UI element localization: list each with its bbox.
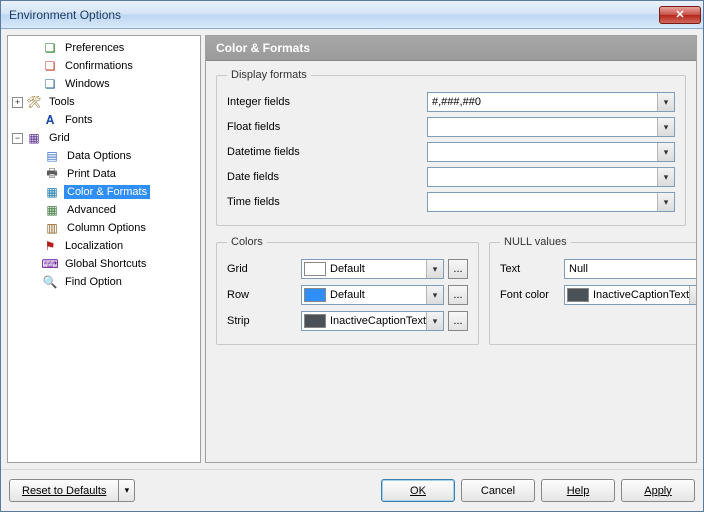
data-options-icon: ▤ (44, 148, 60, 164)
grid-color-more-button[interactable]: ... (448, 259, 468, 279)
fonts-icon: 𝐀 (42, 112, 58, 128)
colors-legend: Colors (227, 236, 267, 248)
null-fontcolor-value: InactiveCaptionText (593, 289, 689, 301)
float-fields-label: Float fields (227, 121, 427, 133)
shortcuts-icon: ⌨ (42, 256, 58, 272)
chevron-down-icon[interactable]: ▾ (657, 193, 674, 211)
date-fields-combo[interactable]: ▾ (427, 167, 675, 187)
windows-icon: ❏ (42, 76, 58, 92)
color-swatch-icon (304, 262, 326, 276)
row-color-label: Row (227, 289, 297, 301)
tree-item-advanced[interactable]: ▦Advanced (8, 201, 200, 219)
find-icon: 🔍 (42, 274, 58, 290)
settings-pane: Color & Formats Display formats Integer … (205, 35, 697, 463)
row-color-more-button[interactable]: ... (448, 285, 468, 305)
tree-item-column-options[interactable]: ▥Column Options (8, 219, 200, 237)
float-fields-combo[interactable]: ▾ (427, 117, 675, 137)
confirmations-icon: ❏ (42, 58, 58, 74)
display-formats-legend: Display formats (227, 69, 311, 81)
datetime-fields-combo[interactable]: ▾ (427, 142, 675, 162)
chevron-down-icon[interactable]: ▾ (426, 286, 443, 304)
chevron-down-icon[interactable]: ▾ (426, 260, 443, 278)
dialog-body: ❏Preferences ❏Confirmations ❏Windows +🛠T… (1, 29, 703, 469)
column-options-icon: ▥ (44, 220, 60, 236)
colors-group: Colors Grid Default ▾ ... Row (216, 236, 479, 345)
row-color-combo[interactable]: Default ▾ (301, 285, 444, 305)
null-text-input[interactable] (564, 259, 697, 279)
date-fields-label: Date fields (227, 171, 427, 183)
dialog-footer: Reset to Defaults ▾ OK Cancel Help Apply (1, 469, 703, 511)
localization-icon: ⚑ (42, 238, 58, 254)
tree-item-confirmations[interactable]: ❏Confirmations (8, 57, 200, 75)
chevron-down-icon[interactable]: ▾ (657, 168, 674, 186)
null-text-label: Text (500, 263, 560, 275)
grid-color-combo[interactable]: Default ▾ (301, 259, 444, 279)
strip-color-more-button[interactable]: ... (448, 311, 468, 331)
strip-color-combo[interactable]: InactiveCaptionText ▾ (301, 311, 444, 331)
pane-header: Color & Formats (206, 36, 696, 61)
tree-item-color-formats[interactable]: ▦Color & Formats (8, 183, 200, 201)
time-fields-input[interactable] (427, 192, 675, 212)
tree-item-windows[interactable]: ❏Windows (8, 75, 200, 93)
color-swatch-icon (567, 288, 589, 302)
tree-item-localization[interactable]: ⚑Localization (8, 237, 200, 255)
environment-options-dialog: Environment Options ✕ ❏Preferences ❏Conf… (0, 0, 704, 512)
time-fields-combo[interactable]: ▾ (427, 192, 675, 212)
tools-icon: 🛠 (26, 94, 42, 110)
date-fields-input[interactable] (427, 167, 675, 187)
tree-item-preferences[interactable]: ❏Preferences (8, 39, 200, 57)
tree-item-tools[interactable]: +🛠Tools (8, 93, 200, 111)
float-fields-input[interactable] (427, 117, 675, 137)
collapse-icon[interactable]: − (12, 133, 23, 144)
null-fontcolor-combo[interactable]: InactiveCaptionText ▾ (564, 285, 697, 305)
null-fontcolor-label: Font color (500, 289, 560, 301)
tree-item-find-option[interactable]: 🔍Find Option (8, 273, 200, 291)
tree-item-print-data[interactable]: 🖶Print Data (8, 165, 200, 183)
preferences-icon: ❏ (42, 40, 58, 56)
strip-color-label: Strip (227, 315, 297, 327)
chevron-down-icon[interactable]: ▾ (657, 93, 674, 111)
expand-icon[interactable]: + (12, 97, 23, 108)
datetime-fields-input[interactable] (427, 142, 675, 162)
close-button[interactable]: ✕ (659, 6, 701, 24)
tree-item-data-options[interactable]: ▤Data Options (8, 147, 200, 165)
chevron-down-icon[interactable]: ▾ (426, 312, 443, 330)
reset-defaults-arrow[interactable]: ▾ (119, 479, 135, 502)
strip-color-value: InactiveCaptionText (330, 315, 426, 327)
display-formats-group: Display formats Integer fields ▾ Float f… (216, 69, 686, 226)
grid-icon: ▦ (26, 130, 42, 146)
integer-fields-input[interactable] (427, 92, 675, 112)
ok-button[interactable]: OK (381, 479, 455, 502)
chevron-down-icon[interactable]: ▾ (689, 286, 697, 304)
pane-body: Display formats Integer fields ▾ Float f… (206, 61, 696, 462)
chevron-down-icon[interactable]: ▾ (657, 118, 674, 136)
apply-button[interactable]: Apply (621, 479, 695, 502)
window-title: Environment Options (9, 8, 659, 22)
advanced-icon: ▦ (44, 202, 60, 218)
null-values-group: NULL values Text Font color InactiveCapt… (489, 236, 697, 345)
color-formats-icon: ▦ (44, 184, 60, 200)
cancel-button[interactable]: Cancel (461, 479, 535, 502)
time-fields-label: Time fields (227, 196, 427, 208)
tree-item-global-shortcuts[interactable]: ⌨Global Shortcuts (8, 255, 200, 273)
datetime-fields-label: Datetime fields (227, 146, 427, 158)
integer-fields-label: Integer fields (227, 96, 427, 108)
null-values-legend: NULL values (500, 236, 571, 248)
titlebar: Environment Options ✕ (1, 1, 703, 29)
row-color-value: Default (330, 289, 426, 301)
grid-color-label: Grid (227, 263, 297, 275)
chevron-down-icon[interactable]: ▾ (657, 143, 674, 161)
grid-color-value: Default (330, 263, 426, 275)
help-button[interactable]: Help (541, 479, 615, 502)
print-icon: 🖶 (44, 166, 60, 182)
tree-item-fonts[interactable]: 𝐀Fonts (8, 111, 200, 129)
color-swatch-icon (304, 288, 326, 302)
tree-item-grid[interactable]: −▦Grid (8, 129, 200, 147)
nav-tree[interactable]: ❏Preferences ❏Confirmations ❏Windows +🛠T… (7, 35, 201, 463)
color-swatch-icon (304, 314, 326, 328)
integer-fields-combo[interactable]: ▾ (427, 92, 675, 112)
reset-defaults-split-button[interactable]: Reset to Defaults ▾ (9, 479, 135, 502)
reset-defaults-button[interactable]: Reset to Defaults (9, 479, 119, 502)
